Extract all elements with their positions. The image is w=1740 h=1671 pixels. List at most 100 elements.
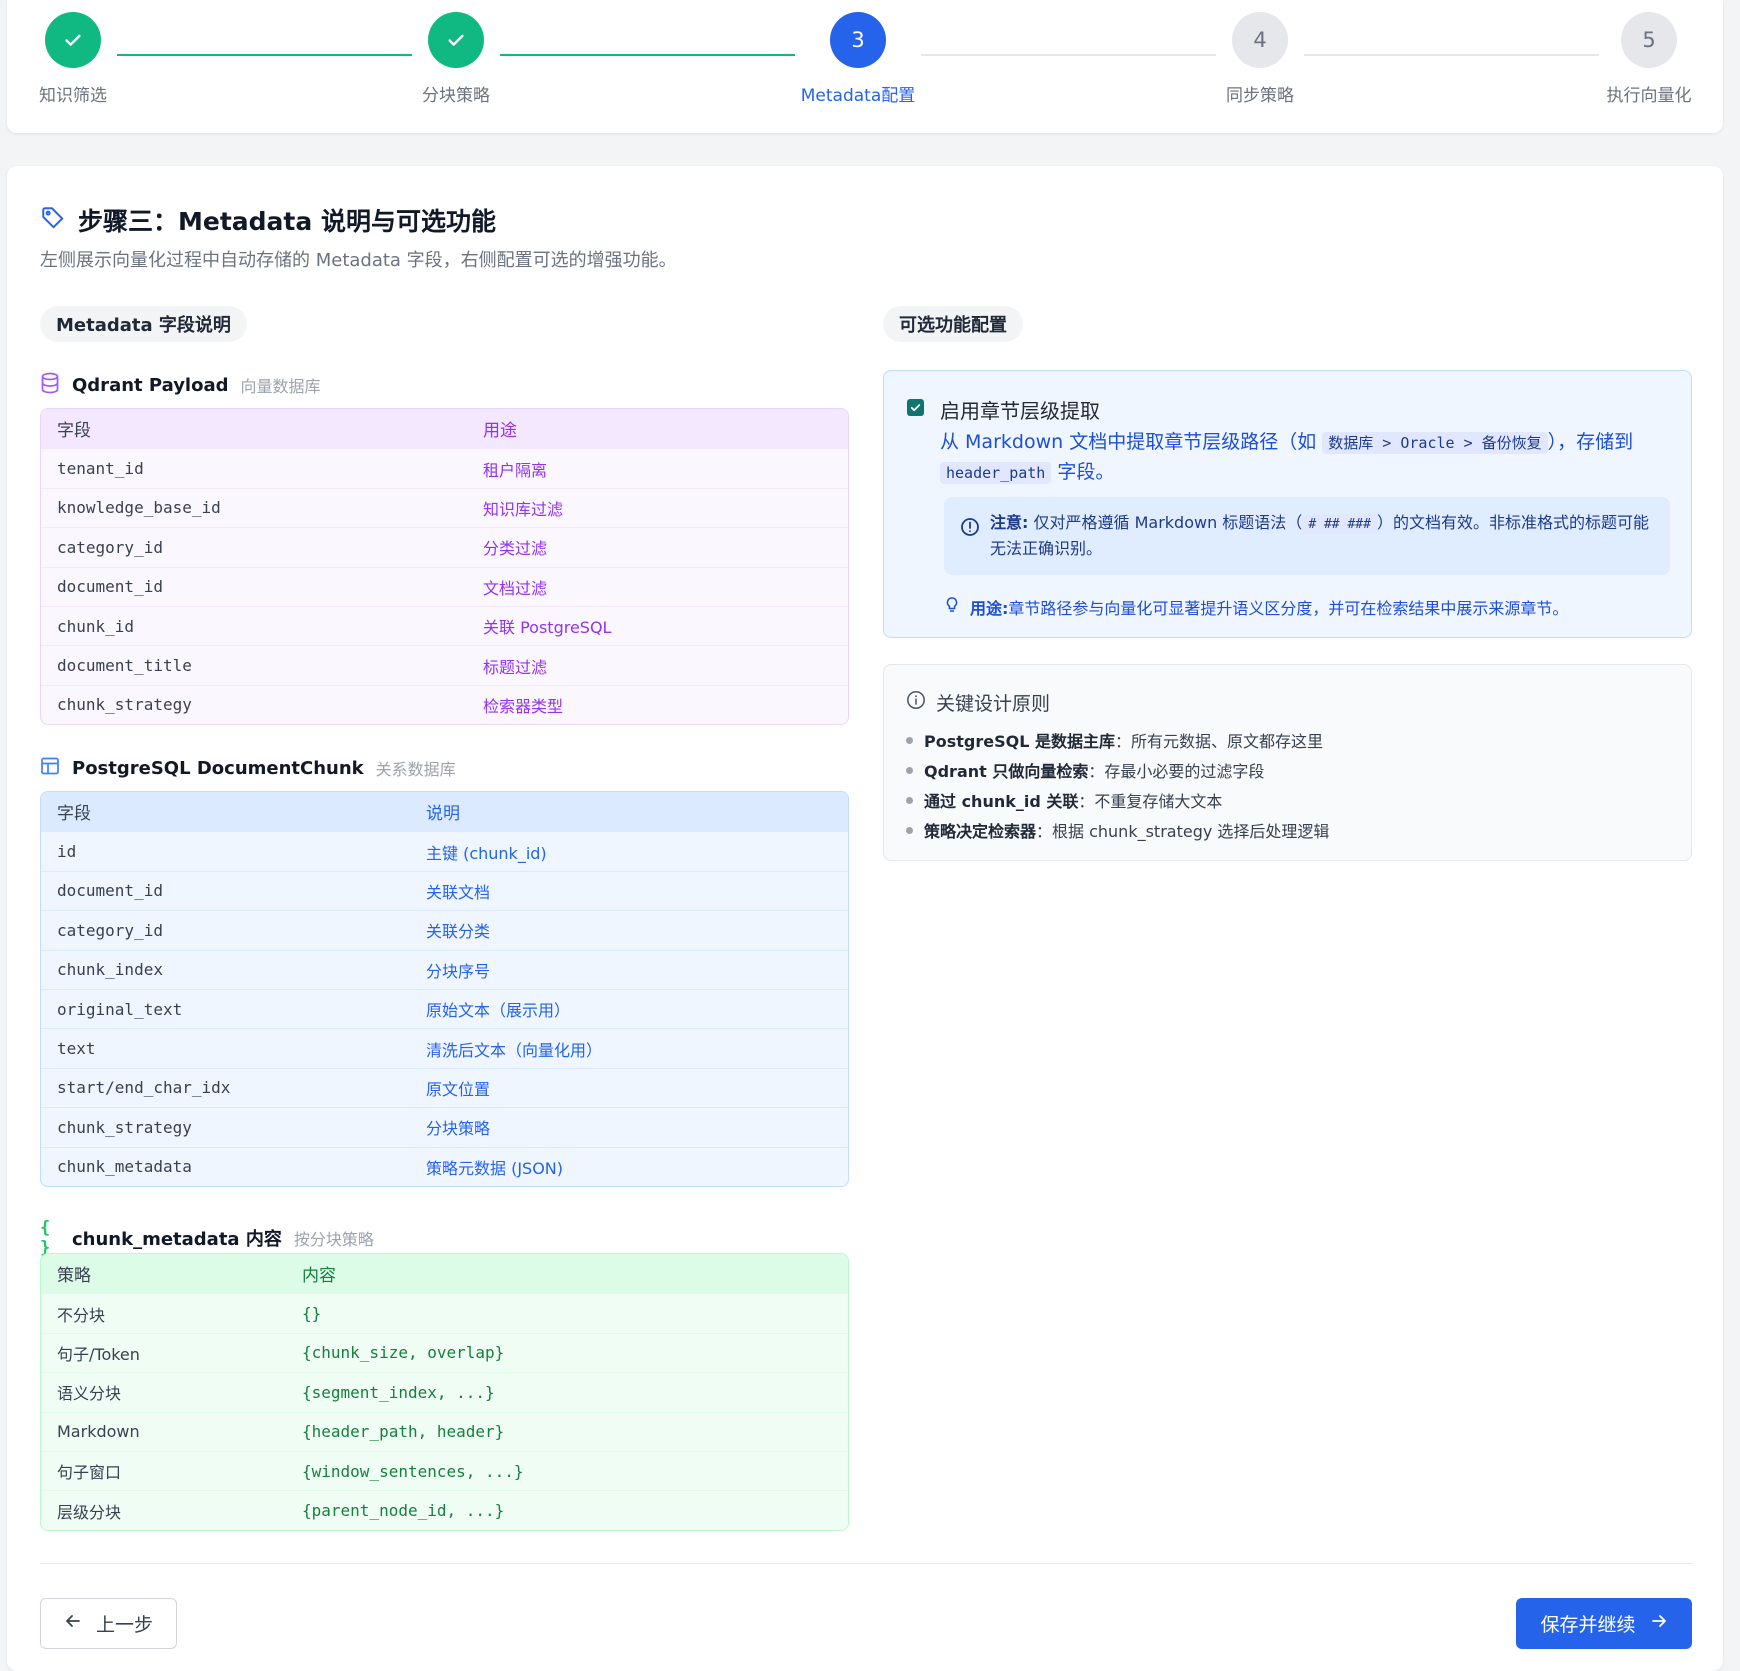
chunk-metadata-section-head: { } chunk_metadata 内容 按分块策略: [40, 1218, 374, 1258]
design-principles: 关键设计原则 PostgreSQL 是数据主库 ：所有元数据、原文都存这里 Qdr…: [883, 664, 1692, 861]
heading-syntax-chip: # ## ###: [1302, 515, 1377, 534]
save-continue-label: 保存并继续: [1540, 1614, 1636, 1636]
postgres-title: PostgreSQL DocumentChunk: [72, 757, 364, 779]
field-cell: chunk_metadata: [57, 1157, 192, 1177]
previous-step-button[interactable]: 上一步: [40, 1598, 177, 1649]
step-1[interactable]: 知识筛选: [0, 12, 173, 106]
field-cell: document_id: [57, 577, 163, 597]
chunk-metadata-subtitle: 按分块策略: [293, 1230, 374, 1249]
step-4[interactable]: 4 同步策略: [1160, 12, 1360, 106]
desc-cell: 原始文本（展示用）: [426, 1001, 571, 1021]
qdrant-title: Qdrant Payload: [72, 374, 229, 396]
principles-list: PostgreSQL 是数据主库 ：所有元数据、原文都存这里 Qdrant 只做向…: [906, 725, 1329, 845]
usage-cell: 租户隔离: [483, 460, 548, 480]
header-cell: 内容: [302, 1266, 336, 1287]
path-part: 备份恢复: [1481, 434, 1542, 452]
strategy-cell: 层级分块: [57, 1502, 122, 1522]
content-cell: {parent_node_id, ...}: [302, 1501, 505, 1521]
page-title-text: 步骤三：Metadata 说明与可选功能: [78, 207, 496, 236]
feature-title: 启用章节层级提取: [940, 399, 1100, 423]
table-row: chunk_id 关联 PostgreSQL: [41, 605, 848, 645]
path-separator: >: [1463, 434, 1473, 452]
desc-cell: 分块序号: [426, 961, 491, 981]
desc-cell: 关联文档: [426, 882, 491, 902]
table-row: 语义分块 {segment_index, ...}: [41, 1372, 848, 1411]
table-row: 句子/Token {chunk_size, overlap}: [41, 1332, 848, 1372]
principle-bold: PostgreSQL 是数据主库: [924, 732, 1115, 751]
field-cell: document_id: [57, 881, 163, 901]
save-continue-button[interactable]: 保存并继续: [1516, 1598, 1692, 1649]
usage-cell: 知识库过滤: [483, 499, 564, 519]
enable-header-path-checkbox[interactable]: [907, 399, 924, 416]
table-row: document_title 标题过滤: [41, 645, 848, 684]
table-header: 字段 说明: [41, 792, 848, 832]
field-cell: id: [57, 842, 77, 862]
usage-cell: 分类过滤: [483, 539, 548, 559]
postgres-section-head: PostgreSQL DocumentChunk 关系数据库: [40, 756, 456, 780]
previous-step-label: 上一步: [95, 1614, 153, 1636]
header-cell: 字段: [57, 421, 91, 442]
desc-cell: 关联分类: [426, 922, 491, 942]
header-cell: 字段: [57, 804, 91, 825]
field-cell: chunk_strategy: [57, 1117, 192, 1137]
usage-cell: 标题过滤: [483, 657, 548, 677]
step-label: 分块策略: [422, 86, 490, 106]
step-2[interactable]: 分块策略: [356, 12, 556, 106]
step-3[interactable]: 3 Metadata配置: [758, 12, 958, 106]
desc-cell: 清洗后文本（向量化用）: [426, 1040, 603, 1060]
step-5[interactable]: 5 执行向量化: [1549, 12, 1740, 106]
alert-circle-icon: [960, 517, 980, 541]
info-icon: [906, 690, 926, 715]
list-item: Qdrant 只做向量检索 ：存最小必要的过滤字段: [906, 755, 1329, 785]
table-row: Markdown {header_path, header}: [41, 1411, 848, 1451]
notice-text-part: 仅对严格遵循 Markdown 标题语法（: [1033, 513, 1303, 532]
field-cell: tenant_id: [57, 459, 144, 479]
check-icon: [45, 12, 101, 68]
header-cell: 策略: [57, 1266, 91, 1287]
table-row: start/end_char_idx 原文位置: [41, 1067, 848, 1107]
desc-cell: 策略元数据 (JSON): [426, 1158, 564, 1178]
usage-cell: 关联 PostgreSQL: [483, 618, 612, 638]
qdrant-table: 字段 用途 tenant_id 租户隔离 knowledge_base_id 知识库…: [40, 408, 849, 726]
path-part: 数据库: [1328, 434, 1374, 452]
strategy-cell: Markdown: [57, 1422, 140, 1442]
field-cell: chunk_strategy: [57, 695, 192, 715]
header-path-feature: 启用章节层级提取 从 Markdown 文档中提取章节层级路径（如 数据库 > …: [883, 370, 1692, 638]
table-row: chunk_index 分块序号: [41, 949, 848, 989]
content-cell: {chunk_size, overlap}: [302, 1343, 505, 1363]
table-row: 层级分块 {parent_node_id, ...}: [41, 1490, 848, 1529]
table-row: document_id 文档过滤: [41, 566, 848, 606]
desc-text: 字段。: [1057, 461, 1115, 483]
path-separator: >: [1382, 434, 1392, 452]
strategy-cell: 句子/Token: [57, 1344, 140, 1364]
principle-text: ：所有元数据、原文都存这里: [1114, 732, 1323, 751]
field-cell: document_title: [57, 656, 192, 676]
field-cell: category_id: [57, 537, 163, 557]
step-label: 同步策略: [1226, 86, 1294, 106]
table-icon: [40, 756, 60, 780]
metadata-fields-pill: Metadata 字段说明: [40, 306, 247, 342]
chunk-metadata-table: 策略 内容 不分块 {} 句子/Token {chunk_size, overlap…: [40, 1253, 849, 1531]
postgres-table: 字段 说明 id 主键 (chunk_id) document_id 关联文档 ca…: [40, 791, 849, 1187]
principles-title: 关键设计原则: [936, 693, 1051, 715]
principles-header: 关键设计原则: [906, 689, 1050, 716]
notice-box: 注意: 仅对严格遵循 Markdown 标题语法（ # ## ### ）的文档有效。…: [944, 497, 1670, 575]
main-card: 步骤三：Metadata 说明与可选功能 左侧展示向量化过程中自动存储的 Met…: [7, 166, 1723, 1671]
table-header: 字段 用途: [41, 409, 848, 449]
header-cell: 说明: [426, 804, 460, 825]
field-cell: chunk_id: [57, 616, 135, 636]
qdrant-subtitle: 向量数据库: [240, 377, 321, 396]
footer-divider: [40, 1563, 1692, 1564]
strategy-cell: 句子窗口: [57, 1463, 122, 1483]
usage-cell: 文档过滤: [483, 578, 548, 598]
usage-note: 用途:章节路径参与向量化可显著提升语义区分度，并可在检索结果中展示来源章节。: [944, 595, 1568, 619]
page-subtitle: 左侧展示向量化过程中自动存储的 Metadata 字段，右侧配置可选的增强功能。: [40, 250, 677, 271]
field-cell: original_text: [57, 999, 183, 1019]
desc-cell: 原文位置: [426, 1079, 491, 1099]
step-label: 知识筛选: [39, 86, 107, 106]
table-row: original_text 原始文本（展示用）: [41, 988, 848, 1028]
list-item: 通过 chunk_id 关联 ：不重复存储大文本: [906, 785, 1329, 815]
table-row: chunk_strategy 分块策略: [41, 1107, 848, 1146]
usage-cell: 检索器类型: [483, 696, 564, 716]
desc-text: 从 Markdown 文档中提取章节层级路径（如: [940, 431, 1317, 453]
